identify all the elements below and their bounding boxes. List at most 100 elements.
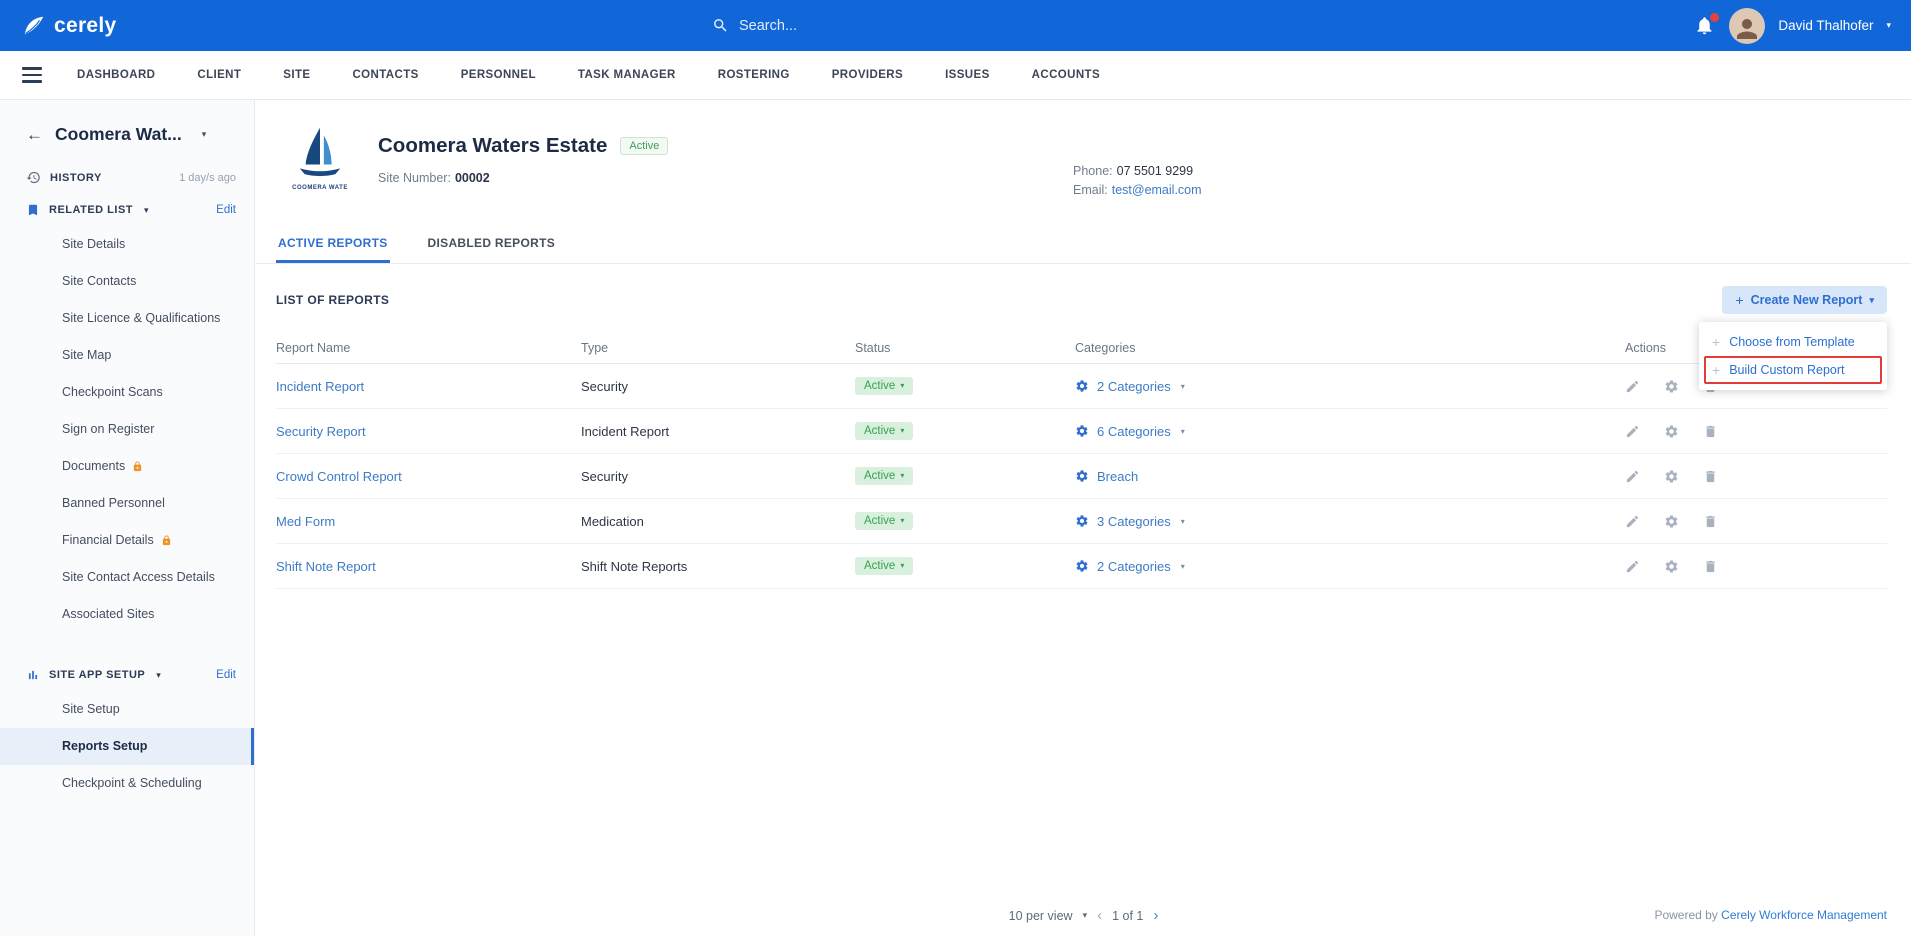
- table-row: Incident Report Security Active▾ 2 Categ…: [276, 364, 1887, 409]
- sidebar-item-documents[interactable]: Documents: [0, 448, 254, 485]
- settings-gear-icon[interactable]: [1664, 559, 1679, 574]
- site-header: COOMERA WATE Coomera Waters Estate Activ…: [256, 100, 1911, 224]
- status-badge[interactable]: Active▾: [855, 512, 913, 530]
- edit-pencil-icon[interactable]: [1625, 469, 1640, 484]
- related-list-edit-link[interactable]: Edit: [216, 204, 236, 216]
- report-type: Shift Note Reports: [581, 559, 855, 574]
- status-badge[interactable]: Active▾: [855, 467, 913, 485]
- nav-item-contacts[interactable]: CONTACTS: [331, 51, 439, 100]
- nav-item-task-manager[interactable]: TASK MANAGER: [557, 51, 697, 100]
- settings-gear-icon[interactable]: [1664, 424, 1679, 439]
- settings-gear-icon[interactable]: [1664, 514, 1679, 529]
- create-new-report-button[interactable]: + Create New Report ▾: [1722, 286, 1887, 314]
- edit-pencil-icon[interactable]: [1625, 424, 1640, 439]
- categories-link[interactable]: Breach: [1097, 469, 1138, 484]
- topbar: cerely David Thalhofer ▾: [0, 0, 1911, 51]
- delete-trash-icon[interactable]: [1703, 559, 1718, 574]
- sidebar-item-label: Site Contact Access Details: [62, 569, 215, 586]
- per-view-caret-icon[interactable]: ▾: [1083, 911, 1088, 920]
- notifications-button[interactable]: [1694, 15, 1716, 37]
- menu-item-build-custom-report[interactable]: + Build Custom Report: [1704, 356, 1882, 384]
- site-app-setup-caret-icon[interactable]: ▾: [156, 671, 161, 680]
- sidebar-item-checkpoint-scans[interactable]: Checkpoint Scans: [0, 374, 254, 411]
- report-name-link[interactable]: Security Report: [276, 424, 366, 439]
- sidebar-item-site-setup[interactable]: Site Setup: [0, 691, 254, 728]
- categories-caret-icon: ▾: [1181, 562, 1185, 571]
- delete-trash-icon[interactable]: [1703, 469, 1718, 484]
- sidebar-item-site-contacts[interactable]: Site Contacts: [0, 263, 254, 300]
- nav-item-client[interactable]: CLIENT: [176, 51, 262, 100]
- search-input[interactable]: [739, 18, 1099, 34]
- related-list-caret-icon[interactable]: ▾: [144, 206, 149, 215]
- lock-icon: [132, 461, 143, 472]
- plus-icon: +: [1712, 362, 1720, 378]
- report-name-link[interactable]: Crowd Control Report: [276, 469, 402, 484]
- sidebar-item-label: Site Licence & Qualifications: [62, 310, 220, 327]
- status-badge[interactable]: Active▾: [855, 422, 913, 440]
- report-name-link[interactable]: Med Form: [276, 514, 335, 529]
- back-arrow-icon[interactable]: ←: [26, 126, 43, 143]
- categories-gear-icon[interactable]: [1075, 379, 1089, 393]
- nav-item-providers[interactable]: PROVIDERS: [811, 51, 924, 100]
- edit-pencil-icon[interactable]: [1625, 514, 1640, 529]
- email-link[interactable]: test@email.com: [1112, 183, 1202, 197]
- categories-gear-icon[interactable]: [1075, 559, 1089, 573]
- nav-item-dashboard[interactable]: DASHBOARD: [56, 51, 176, 100]
- hamburger-menu-icon[interactable]: [22, 63, 42, 87]
- categories-link[interactable]: 3 Categories: [1097, 514, 1171, 529]
- prev-page-chevron-icon[interactable]: ‹: [1097, 908, 1102, 923]
- nav-item-accounts[interactable]: ACCOUNTS: [1011, 51, 1121, 100]
- sidebar-item-checkpoint-scheduling[interactable]: Checkpoint & Scheduling: [0, 765, 254, 802]
- site-title-block: Coomera Waters Estate Active Site Number…: [378, 126, 668, 224]
- history-row[interactable]: HISTORY 1 day/s ago: [0, 161, 254, 194]
- menu-item-choose-from-template[interactable]: + Choose from Template: [1704, 328, 1882, 356]
- nav-item-site[interactable]: SITE: [262, 51, 331, 100]
- site-status-badge: Active: [620, 137, 668, 155]
- report-name-link[interactable]: Shift Note Report: [276, 559, 376, 574]
- sidebar: ← Coomera Wat... ▾ HISTORY 1 day/s ago R…: [0, 100, 255, 936]
- next-page-chevron-icon[interactable]: ›: [1153, 908, 1158, 923]
- per-view-select[interactable]: 10 per view: [1009, 909, 1073, 923]
- status-badge[interactable]: Active▾: [855, 377, 913, 395]
- delete-trash-icon[interactable]: [1703, 514, 1718, 529]
- sidebar-item-banned-personnel[interactable]: Banned Personnel: [0, 485, 254, 522]
- tab-disabled-reports[interactable]: DISABLED REPORTS: [426, 224, 557, 263]
- status-badge[interactable]: Active▾: [855, 557, 913, 575]
- delete-trash-icon[interactable]: [1703, 424, 1718, 439]
- sidebar-item-site-contact-access-details[interactable]: Site Contact Access Details: [0, 559, 254, 596]
- search-bar[interactable]: [712, 0, 1099, 51]
- categories-link[interactable]: 6 Categories: [1097, 424, 1171, 439]
- categories-link[interactable]: 2 Categories: [1097, 559, 1171, 574]
- categories-gear-icon[interactable]: [1075, 469, 1089, 483]
- sidebar-item-label: Associated Sites: [62, 606, 154, 623]
- nav-item-rostering[interactable]: ROSTERING: [697, 51, 811, 100]
- create-new-report-label: Create New Report: [1751, 293, 1863, 307]
- edit-pencil-icon[interactable]: [1625, 559, 1640, 574]
- site-app-setup-edit-link[interactable]: Edit: [216, 669, 236, 681]
- categories-link[interactable]: 2 Categories: [1097, 379, 1171, 394]
- categories-gear-icon[interactable]: [1075, 514, 1089, 528]
- settings-gear-icon[interactable]: [1664, 469, 1679, 484]
- sidebar-item-associated-sites[interactable]: Associated Sites: [0, 596, 254, 633]
- powered-by-link[interactable]: Cerely Workforce Management: [1721, 908, 1887, 922]
- sidebar-item-site-details[interactable]: Site Details: [0, 226, 254, 263]
- bookmark-icon: [26, 203, 40, 217]
- brand-logo[interactable]: cerely: [22, 14, 117, 38]
- nav-item-personnel[interactable]: PERSONNEL: [440, 51, 557, 100]
- sidebar-item-site-map[interactable]: Site Map: [0, 337, 254, 374]
- sidebar-item-financial-details[interactable]: Financial Details: [0, 522, 254, 559]
- user-menu-caret-icon[interactable]: ▾: [1886, 21, 1891, 30]
- nav-item-issues[interactable]: ISSUES: [924, 51, 1011, 100]
- edit-pencil-icon[interactable]: [1625, 379, 1640, 394]
- sidebar-item-reports-setup[interactable]: Reports Setup: [0, 728, 254, 765]
- user-avatar[interactable]: [1729, 8, 1765, 44]
- settings-gear-icon[interactable]: [1664, 379, 1679, 394]
- site-app-setup-label: SITE APP SETUP: [49, 669, 145, 681]
- tab-active-reports[interactable]: ACTIVE REPORTS: [276, 224, 390, 263]
- categories-gear-icon[interactable]: [1075, 424, 1089, 438]
- sidebar-item-label: Site Map: [62, 347, 111, 364]
- sidebar-item-site-licence-qualifications[interactable]: Site Licence & Qualifications: [0, 300, 254, 337]
- report-name-link[interactable]: Incident Report: [276, 379, 364, 394]
- sidebar-item-sign-on-register[interactable]: Sign on Register: [0, 411, 254, 448]
- site-selector-caret-icon[interactable]: ▾: [202, 130, 207, 139]
